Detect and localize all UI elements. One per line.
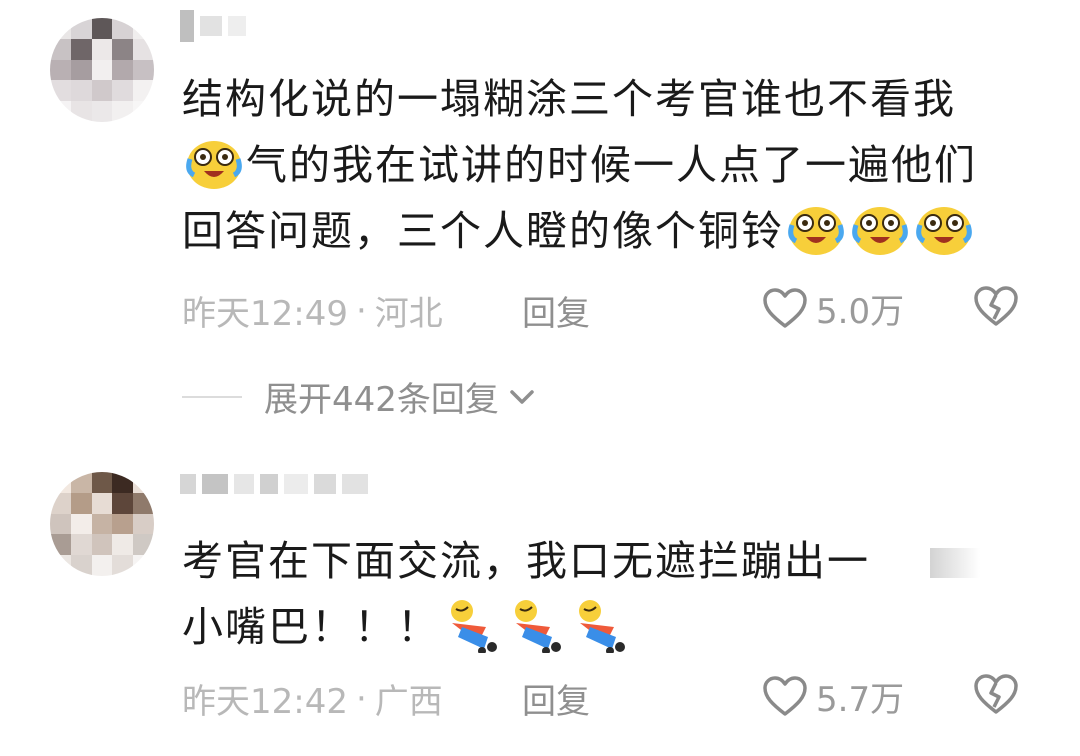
comment-text-line: 小嘴巴！！！ [182, 603, 440, 651]
comment-time: 昨天12:42 [182, 682, 348, 722]
crying-laughing-emoji-icon [916, 207, 972, 255]
reply-button[interactable]: 回复 [522, 286, 590, 335]
comment-location: 广西 [374, 682, 443, 722]
crying-laughing-emoji-icon [788, 207, 844, 255]
meta-separator: · [355, 290, 367, 331]
text-fade-overlay [930, 548, 980, 578]
comment-meta: 昨天12:49 · 河北 回复 [182, 286, 590, 335]
username-blurred[interactable] [180, 474, 368, 494]
username-blurred[interactable] [180, 10, 246, 42]
expand-replies-label: 展开442条回复 [264, 380, 499, 420]
expand-replies-button[interactable]: 展开442条回复 [182, 372, 537, 421]
broken-heart-icon [974, 674, 1018, 714]
like-button[interactable]: 5.0万 [762, 284, 904, 333]
falling-over-emoji-icon [451, 600, 497, 653]
falling-over-emoji-icon [515, 600, 561, 653]
reply-button[interactable]: 回复 [522, 674, 590, 723]
comment-list: 结构化说的一塌糊涂三个考官谁也不看我 气的我在试讲的时候一人点了一遍他们 回答问… [0, 0, 1080, 756]
comment-text-line: 考官在下面交流，我口无遮拦蹦出一 [182, 537, 870, 585]
comment-text-line: 回答问题，三个人瞪的像个铜铃 [182, 207, 784, 255]
meta-separator: · [355, 678, 367, 719]
avatar[interactable] [50, 472, 154, 576]
avatar[interactable] [50, 18, 154, 122]
like-button[interactable]: 5.7万 [762, 672, 904, 721]
comment-item: 结构化说的一塌糊涂三个考官谁也不看我 气的我在试讲的时候一人点了一遍他们 回答问… [0, 0, 1080, 360]
comment-location: 河北 [374, 294, 443, 334]
comment-text-line: 结构化说的一塌糊涂三个考官谁也不看我 [182, 75, 956, 123]
comment-text: 考官在下面交流，我口无遮拦蹦出一 小嘴巴！！！ [182, 528, 1022, 660]
crying-laughing-emoji-icon [186, 141, 242, 189]
falling-over-emoji-icon [579, 600, 625, 653]
crying-laughing-emoji-icon [852, 207, 908, 255]
comment-item: 考官在下面交流，我口无遮拦蹦出一 小嘴巴！！！ 昨天12:42 · 广西 回复 … [0, 460, 1080, 756]
comment-text: 结构化说的一塌糊涂三个考官谁也不看我 气的我在试讲的时候一人点了一遍他们 回答问… [182, 66, 1022, 264]
like-count: 5.0万 [816, 292, 905, 332]
comment-time: 昨天12:49 [182, 294, 348, 334]
dislike-button[interactable] [972, 286, 1020, 332]
like-count: 5.7万 [816, 680, 905, 720]
heart-icon [763, 287, 807, 328]
chevron-down-icon [510, 389, 534, 404]
heart-icon [763, 675, 807, 716]
divider-line [182, 395, 242, 398]
broken-heart-icon [974, 286, 1018, 326]
comment-meta: 昨天12:42 · 广西 回复 [182, 674, 590, 723]
comment-text-line: 气的我在试讲的时候一人点了一遍他们 [246, 141, 977, 189]
dislike-button[interactable] [972, 674, 1020, 720]
